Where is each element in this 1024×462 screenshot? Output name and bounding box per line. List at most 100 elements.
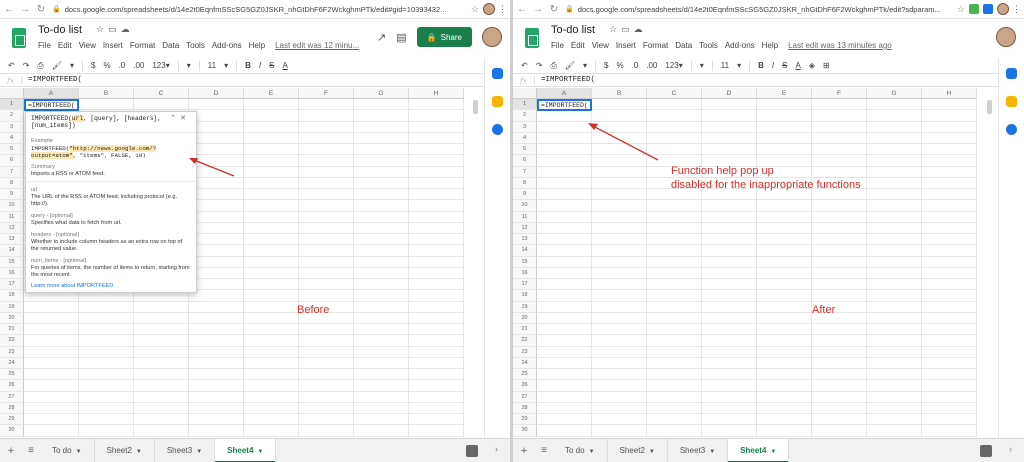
- grid-cell[interactable]: [299, 110, 354, 122]
- grid-cell[interactable]: [757, 279, 812, 291]
- grid-cell[interactable]: [922, 335, 977, 347]
- grid-cell[interactable]: [647, 144, 702, 156]
- row-header[interactable]: 17: [513, 279, 537, 291]
- grid-cell[interactable]: [189, 189, 244, 201]
- grid-cell[interactable]: [812, 132, 867, 144]
- grid-cell[interactable]: [867, 189, 922, 201]
- all-sheets-icon[interactable]: ≡: [22, 445, 40, 456]
- grid-cell[interactable]: [592, 99, 647, 111]
- grid-cell[interactable]: [79, 391, 134, 403]
- grid-cell[interactable]: [354, 324, 409, 336]
- grid-cell[interactable]: [702, 357, 757, 369]
- grid-cell[interactable]: [24, 301, 79, 313]
- grid-cell[interactable]: [867, 279, 922, 291]
- grid-cell[interactable]: [189, 144, 244, 156]
- row-header[interactable]: 28: [0, 402, 24, 414]
- grid-cell[interactable]: [592, 177, 647, 189]
- menu-file[interactable]: File: [551, 41, 564, 50]
- tab-sheet2[interactable]: Sheet2 ▼: [95, 438, 155, 462]
- grid-cell[interactable]: [134, 346, 189, 358]
- grid-cell[interactable]: [354, 290, 409, 302]
- grid-cell[interactable]: [647, 380, 702, 392]
- grid-cell[interactable]: [189, 425, 244, 437]
- grid-cell[interactable]: [299, 189, 354, 201]
- grid-cell[interactable]: [812, 234, 867, 246]
- explore-icon[interactable]: [980, 445, 992, 457]
- grid-cell[interactable]: [79, 357, 134, 369]
- row-header[interactable]: 25: [0, 369, 24, 381]
- grid-cell[interactable]: [922, 132, 977, 144]
- grid-cell[interactable]: [757, 335, 812, 347]
- grid-cell[interactable]: [647, 121, 702, 133]
- grid-cell[interactable]: [922, 402, 977, 414]
- address-bar[interactable]: 🔒 docs.google.com/spreadsheets/d/14e2t0E…: [52, 2, 467, 16]
- grid-cell[interactable]: [867, 166, 922, 178]
- active-cell-a1[interactable]: =IMPORTFEED(: [24, 99, 79, 111]
- text-color-button[interactable]: A: [795, 61, 800, 70]
- grid-cell[interactable]: [24, 391, 79, 403]
- grid-cell[interactable]: [409, 301, 464, 313]
- grid-cell[interactable]: [647, 200, 702, 212]
- grid-cell[interactable]: [244, 144, 299, 156]
- grid-cell[interactable]: [409, 279, 464, 291]
- grid-cell[interactable]: [537, 391, 592, 403]
- grid-cell[interactable]: [189, 391, 244, 403]
- row-header[interactable]: 19: [513, 301, 537, 313]
- grid-cell[interactable]: [922, 312, 977, 324]
- grid-cell[interactable]: [592, 155, 647, 167]
- grid-cell[interactable]: [354, 391, 409, 403]
- chevron-right-icon[interactable]: ›: [495, 444, 498, 454]
- grid-cell[interactable]: [702, 200, 757, 212]
- row-header[interactable]: 13: [513, 234, 537, 246]
- grid-cell[interactable]: [24, 357, 79, 369]
- grid-cell[interactable]: [922, 200, 977, 212]
- grid-cell[interactable]: [812, 324, 867, 336]
- grid-cell[interactable]: [867, 380, 922, 392]
- grid-cell[interactable]: [189, 357, 244, 369]
- explore-icon[interactable]: [466, 445, 478, 457]
- grid-cell[interactable]: [592, 301, 647, 313]
- column-header[interactable]: B: [592, 88, 647, 99]
- row-header[interactable]: 19: [0, 301, 24, 313]
- column-header[interactable]: D: [189, 88, 244, 99]
- grid-cell[interactable]: [409, 357, 464, 369]
- grid-cell[interactable]: [647, 279, 702, 291]
- grid-cell[interactable]: [79, 369, 134, 381]
- grid-cell[interactable]: [757, 99, 812, 111]
- increase-decimal-button[interactable]: .00: [646, 61, 657, 70]
- grid-cell[interactable]: [702, 267, 757, 279]
- row-header[interactable]: 29: [513, 414, 537, 426]
- grid-cell[interactable]: [867, 414, 922, 426]
- grid-cell[interactable]: [244, 267, 299, 279]
- grid-cell[interactable]: [867, 222, 922, 234]
- grid-cell[interactable]: [592, 211, 647, 223]
- grid-cell[interactable]: [702, 312, 757, 324]
- row-header[interactable]: 6: [513, 155, 537, 167]
- column-header[interactable]: H: [409, 88, 464, 99]
- column-header[interactable]: D: [702, 88, 757, 99]
- grid-cell[interactable]: [409, 425, 464, 437]
- column-header[interactable]: A: [537, 88, 592, 99]
- paint-format-icon[interactable]: 🖌: [52, 61, 62, 70]
- extension-icon[interactable]: [969, 4, 979, 14]
- decrease-decimal-button[interactable]: .0: [119, 61, 126, 70]
- grid-cell[interactable]: [537, 256, 592, 268]
- zoom-caret[interactable]: ▾: [583, 61, 587, 70]
- grid-cell[interactable]: [757, 267, 812, 279]
- row-header[interactable]: 11: [513, 211, 537, 223]
- row-header[interactable]: 21: [513, 324, 537, 336]
- grid-cell[interactable]: [244, 256, 299, 268]
- all-sheets-icon[interactable]: ≡: [535, 445, 553, 456]
- row-header[interactable]: 6: [0, 155, 24, 167]
- grid-cell[interactable]: [757, 324, 812, 336]
- grid-cell[interactable]: [354, 380, 409, 392]
- address-bar[interactable]: 🔒 docs.google.com/spreadsheets/d/14e2t0E…: [565, 2, 953, 16]
- grid-cell[interactable]: [647, 267, 702, 279]
- grid-cell[interactable]: [757, 121, 812, 133]
- grid-cell[interactable]: [757, 222, 812, 234]
- last-edit-link[interactable]: Last edit was 13 minutes ago: [788, 41, 892, 50]
- grid-cell[interactable]: [812, 267, 867, 279]
- row-header[interactable]: 24: [0, 357, 24, 369]
- column-header[interactable]: C: [134, 88, 189, 99]
- reload-icon[interactable]: ↻: [547, 4, 561, 15]
